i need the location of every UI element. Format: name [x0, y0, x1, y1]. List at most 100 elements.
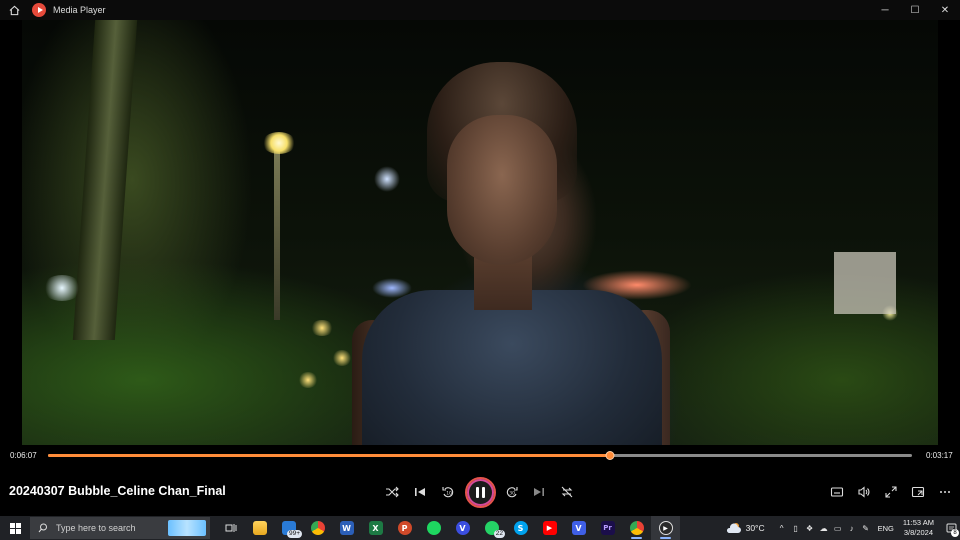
more-icon: [940, 491, 950, 493]
mini-player-icon: [911, 486, 925, 498]
svg-text:30: 30: [509, 491, 515, 497]
taskbar-app-chrome[interactable]: [303, 516, 332, 540]
seek-bar[interactable]: [48, 451, 912, 460]
speaker-icon: ♪: [849, 523, 854, 533]
taskbar-app-powerpoint[interactable]: P: [390, 516, 419, 540]
taskbar-app-youtube[interactable]: ▶: [535, 516, 564, 540]
taskbar-app-skype[interactable]: S: [506, 516, 535, 540]
rewind-10-button[interactable]: 10: [437, 481, 459, 503]
outlook-badge: 99+: [286, 530, 302, 538]
battery-icon: ▭: [833, 523, 842, 533]
home-button[interactable]: [0, 0, 28, 20]
taskbar-search[interactable]: Type here to search: [30, 517, 210, 539]
pause-icon: [476, 487, 485, 498]
notification-center-button[interactable]: 8: [942, 516, 960, 540]
bokeh-light: [310, 320, 334, 336]
language-indicator[interactable]: ENG: [878, 524, 894, 533]
tray-phone-link[interactable]: ▯: [790, 516, 802, 540]
vegas-icon: V: [571, 521, 586, 535]
tray-dropbox[interactable]: ❖: [804, 516, 816, 540]
pen-icon: ✎: [862, 523, 869, 533]
lamp-post: [274, 150, 280, 320]
captions-button[interactable]: [826, 481, 848, 503]
excel-icon: X: [368, 521, 383, 535]
media-player-icon: ▶: [658, 521, 673, 535]
folder-icon: [252, 521, 267, 535]
svg-text:10: 10: [446, 491, 452, 497]
forward-30-icon: 30: [506, 487, 518, 498]
onedrive-icon: ☁: [819, 523, 828, 533]
bokeh-light: [42, 275, 82, 301]
tree-trunk: [72, 20, 138, 340]
home-icon: [9, 5, 19, 15]
volume-button[interactable]: [853, 481, 875, 503]
tray-onedrive[interactable]: ☁: [818, 516, 830, 540]
tray-pen[interactable]: ✎: [860, 516, 872, 540]
repeat-off-button[interactable]: [556, 481, 578, 503]
background-sign: [834, 252, 896, 314]
window-title: Media Player: [53, 5, 106, 15]
tray-battery[interactable]: ▭: [832, 516, 844, 540]
media-player-app-icon: [32, 3, 46, 17]
maximize-button[interactable]: ☐: [900, 0, 930, 20]
bokeh-light: [374, 166, 400, 192]
taskbar-app-spotify[interactable]: [419, 516, 448, 540]
shuffle-icon: [386, 486, 399, 498]
taskbar-app-whatsapp[interactable]: 22: [477, 516, 506, 540]
dropbox-icon: ❖: [806, 523, 814, 533]
video-frame[interactable]: [22, 20, 938, 445]
search-icon: [38, 523, 47, 533]
premiere-icon: Pr: [600, 521, 615, 535]
shuffle-button[interactable]: [381, 481, 403, 503]
rewind-10-icon: 10: [442, 487, 454, 498]
title-bar: Media Player ─ ☐ ✕: [0, 0, 960, 20]
fullscreen-icon: [885, 486, 897, 498]
youtube-icon: ▶: [542, 521, 557, 535]
person-body: [362, 290, 662, 445]
clock[interactable]: 11:53 AM 3/8/2024: [903, 518, 934, 538]
taskbar-app-word[interactable]: W: [332, 516, 361, 540]
forward-30-button[interactable]: 30: [501, 481, 523, 503]
bokeh-light: [332, 350, 352, 366]
taskbar-app-vpn[interactable]: V: [448, 516, 477, 540]
spotify-icon: [426, 521, 441, 535]
weather-widget[interactable]: 30°C: [726, 522, 765, 534]
chrome-icon: [629, 521, 644, 535]
previous-button[interactable]: [409, 481, 431, 503]
skype-icon: S: [513, 521, 528, 535]
taskbar-app-media-player[interactable]: ▶: [651, 516, 680, 540]
chevron-up-icon: ^: [779, 523, 784, 533]
start-button[interactable]: [0, 516, 30, 540]
taskbar-app-file-explorer[interactable]: [245, 516, 274, 540]
seek-thumb[interactable]: [605, 451, 615, 460]
taskbar-app-vegas[interactable]: V: [564, 516, 593, 540]
notification-count: 8: [951, 529, 959, 537]
pause-button[interactable]: [465, 477, 496, 508]
search-placeholder: Type here to search: [56, 523, 136, 533]
search-highlight-image: [168, 520, 206, 536]
previous-icon: [415, 488, 425, 496]
fullscreen-button[interactable]: [880, 481, 902, 503]
phone-icon: ▯: [793, 523, 798, 533]
more-options-button[interactable]: [934, 481, 956, 503]
chrome-icon: [310, 521, 325, 535]
seek-progress: [48, 454, 610, 457]
taskbar-app-chrome-2[interactable]: [622, 516, 651, 540]
tray-volume[interactable]: ♪: [846, 516, 858, 540]
taskbar-app-outlook[interactable]: 99+: [274, 516, 303, 540]
weather-temperature: 30°C: [745, 523, 765, 533]
powerpoint-icon: P: [397, 521, 412, 535]
word-icon: W: [339, 521, 354, 535]
taskbar-app-excel[interactable]: X: [361, 516, 390, 540]
minimize-button[interactable]: ─: [870, 0, 900, 20]
next-button[interactable]: [528, 481, 550, 503]
media-title: 20240307 Bubble_Celine Chan_Final: [9, 484, 226, 498]
volume-icon: [858, 486, 870, 498]
taskbar-app-premiere[interactable]: Pr: [593, 516, 622, 540]
mini-player-button[interactable]: [907, 481, 929, 503]
person-face: [447, 115, 557, 265]
close-button[interactable]: ✕: [930, 0, 960, 20]
show-hidden-icons-button[interactable]: ^: [776, 516, 788, 540]
task-view-button[interactable]: [216, 516, 245, 540]
windows-icon: [9, 522, 21, 534]
